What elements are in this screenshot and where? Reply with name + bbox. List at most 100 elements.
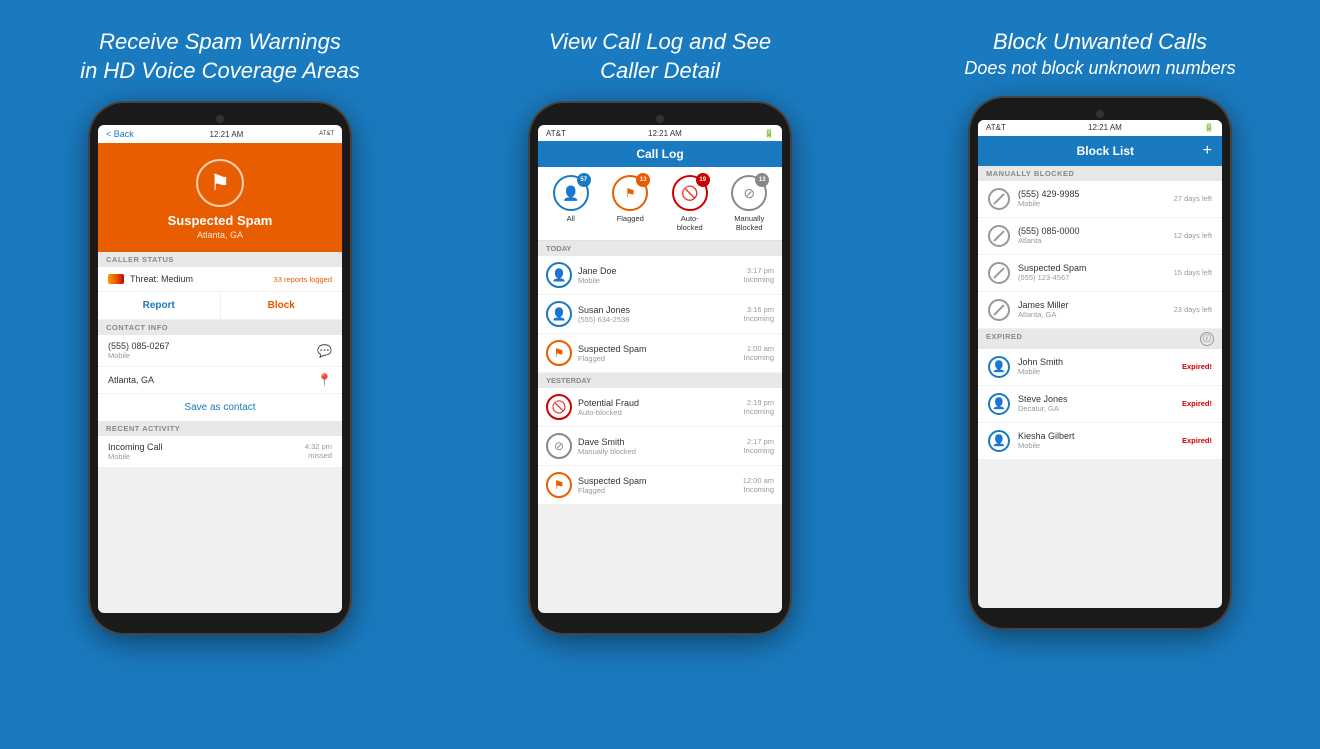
person-icon-1: 👤: [992, 397, 1006, 410]
filter-all-label: All: [567, 214, 575, 223]
recent-call-row: Incoming Call Mobile 4:32 pm missed: [98, 436, 342, 467]
filter-manualblocked[interactable]: ⊘ 13 Manually Blocked: [731, 175, 767, 232]
filter-flagged[interactable]: ⚑ 13 Flagged: [612, 175, 648, 232]
call-time-dave: 2:17 pm Incoming: [744, 437, 774, 455]
call-item-spam-today[interactable]: ⚑ Suspected Spam Flagged 1:00 am Incomin…: [538, 334, 782, 373]
expired-item-0[interactable]: 👤 John Smith Mobile Expired!: [978, 349, 1222, 386]
call-name-jane: Jane Doe: [578, 266, 738, 276]
filter-flagged-circle: ⚑ 13: [612, 175, 648, 211]
call-sub-spam-today: Flagged: [578, 354, 738, 363]
filter-manualblocked-badge: 13: [755, 173, 769, 187]
block-slash-0: [993, 193, 1004, 204]
panel3-title: Block Unwanted Calls Does not block unkn…: [964, 28, 1235, 80]
call-info-jane: Jane Doe Mobile: [578, 266, 738, 285]
filter-autoblocked[interactable]: 🚫 19 Auto- blocked: [672, 175, 708, 232]
panel-call-log: View Call Log and See Caller Detail AT&T…: [440, 0, 880, 749]
call-time-jane: 3:17 pm Incoming: [744, 266, 774, 284]
filter-autoblocked-badge: 19: [696, 173, 710, 187]
battery-3: 🔋: [1204, 123, 1214, 132]
filter-tabs: 👤 57 All ⚑ 13 Flagged 🚫 19: [538, 167, 782, 241]
caller-status-header: CALLER STATUS: [98, 252, 342, 267]
call-item-spam-yest[interactable]: ⚑ Suspected Spam Flagged 12:00 am Incomi…: [538, 466, 782, 505]
block-info-3: James Miller Atlanta, GA: [1018, 300, 1166, 319]
yesterday-header: YESTERDAY: [538, 373, 782, 388]
spam-header: ⚑ Suspected Spam Atlanta, GA: [98, 143, 342, 252]
call-item-jane[interactable]: 👤 Jane Doe Mobile 3:17 pm Incoming: [538, 256, 782, 295]
block-item-1[interactable]: (555) 085-0000 Atlanta 12 days left: [978, 218, 1222, 255]
call-avatar-jane: 👤: [546, 262, 572, 288]
block-icon-1: [988, 225, 1010, 247]
block-icon-0: [988, 188, 1010, 210]
block-item-0[interactable]: (555) 429-9985 Mobile 27 days left: [978, 181, 1222, 218]
time-3: 12:21 AM: [1088, 123, 1122, 132]
call-item-susan[interactable]: 👤 Susan Jones (555) 634-2538 3:16 pm Inc…: [538, 295, 782, 334]
block-days-1: 12 days left: [1174, 231, 1212, 240]
filter-autoblocked-circle: 🚫 19: [672, 175, 708, 211]
contact-info-header: CONTACT INFO: [98, 320, 342, 335]
call-status: missed: [305, 451, 332, 460]
spam-flag-icon: ⚑: [210, 170, 230, 196]
block-icon-2: [988, 262, 1010, 284]
call-info-dave: Dave Smith Manually blocked: [578, 437, 738, 456]
expired-item-2[interactable]: 👤 Kiesha Gilbert Mobile Expired!: [978, 423, 1222, 460]
expired-item-1[interactable]: 👤 Steve Jones Decatur, GA Expired!: [978, 386, 1222, 423]
call-time-spam-yest: 12:00 am Incoming: [743, 476, 774, 494]
block-sub-0: Mobile: [1018, 199, 1166, 208]
call-sub-fraud: Auto-blocked: [578, 408, 738, 417]
filter-manualblocked-circle: ⊘ 13: [731, 175, 767, 211]
block-info-2: Suspected Spam (555) 123-4567: [1018, 263, 1166, 282]
block-info-0: (555) 429-9985 Mobile: [1018, 189, 1166, 208]
person-avatar-0: 👤: [988, 356, 1010, 378]
block-item-2[interactable]: Suspected Spam (555) 123-4567 15 days le…: [978, 255, 1222, 292]
expired-info-0: John Smith Mobile: [1018, 357, 1174, 376]
person-avatar-1: 👤: [988, 393, 1010, 415]
back-button[interactable]: < Back: [106, 129, 134, 139]
phone-number: (555) 085-0267: [108, 341, 170, 351]
block-list-title: Block List: [1008, 144, 1203, 158]
call-log-header: Call Log: [538, 141, 782, 167]
call-avatar-spam-yest: ⚑: [546, 472, 572, 498]
block-name-1: (555) 085-0000: [1018, 226, 1166, 236]
call-name-spam-today: Suspected Spam: [578, 344, 738, 354]
person-icon-0: 👤: [992, 360, 1006, 373]
block-button[interactable]: Block: [220, 292, 343, 319]
report-button[interactable]: Report: [98, 292, 220, 319]
block-name-3: James Miller: [1018, 300, 1166, 310]
carrier-3: AT&T: [986, 123, 1006, 132]
phone-frame-2: AT&T 12:21 AM 🔋 Call Log 👤 57 All: [530, 103, 790, 633]
call-name-fraud: Potential Fraud: [578, 398, 738, 408]
call-item-dave[interactable]: ⊘ Dave Smith Manually blocked 2:17 pm In…: [538, 427, 782, 466]
block-name-2: Suspected Spam: [1018, 263, 1166, 273]
message-icon[interactable]: 💬: [317, 344, 332, 358]
block-name-0: (555) 429-9985: [1018, 189, 1166, 199]
filter-manualblocked-label: Manually Blocked: [734, 214, 764, 232]
phone-type: Mobile: [108, 351, 170, 360]
block-item-3[interactable]: James Miller Atlanta, GA 23 days left: [978, 292, 1222, 329]
call-avatar-spam-today: ⚑: [546, 340, 572, 366]
filter-flagged-label: Flagged: [617, 214, 644, 223]
block-days-3: 23 days left: [1174, 305, 1212, 314]
status-bar-3: AT&T 12:21 AM 🔋: [978, 120, 1222, 136]
call-type-label: Incoming Call: [108, 442, 163, 452]
location-label: Atlanta, GA: [108, 375, 154, 385]
call-avatar-fraud: 🚫: [546, 394, 572, 420]
block-slash-2: [993, 267, 1004, 278]
filter-all[interactable]: 👤 57 All: [553, 175, 589, 232]
panel2-title: View Call Log and See Caller Detail: [549, 28, 771, 85]
save-contact-row[interactable]: Save as contact: [98, 394, 342, 421]
panel-block-list: Block Unwanted Calls Does not block unkn…: [880, 0, 1320, 749]
phone-camera-3: [1096, 110, 1104, 118]
expired-info-icon[interactable]: ⓘ: [1200, 332, 1214, 346]
spam-title: Suspected Spam: [168, 213, 273, 228]
call-time-spam-today: 1:00 am Incoming: [744, 344, 774, 362]
block-sub-1: Atlanta: [1018, 236, 1166, 245]
add-block-button[interactable]: +: [1203, 142, 1212, 160]
phone-screen-2: AT&T 12:21 AM 🔋 Call Log 👤 57 All: [538, 125, 782, 613]
status-bar-2: AT&T 12:21 AM 🔋: [538, 125, 782, 141]
call-item-fraud[interactable]: 🚫 Potential Fraud Auto-blocked 2:19 pm I…: [538, 388, 782, 427]
threat-row: Threat: Medium 33 reports logged: [98, 267, 342, 292]
expired-name-1: Steve Jones: [1018, 394, 1174, 404]
spam-icon-circle: ⚑: [196, 159, 244, 207]
signal-indicator: AT&T: [319, 131, 334, 137]
phone-screen-1: < Back 12:21 AM AT&T ⚑ Suspected Spam At…: [98, 125, 342, 613]
